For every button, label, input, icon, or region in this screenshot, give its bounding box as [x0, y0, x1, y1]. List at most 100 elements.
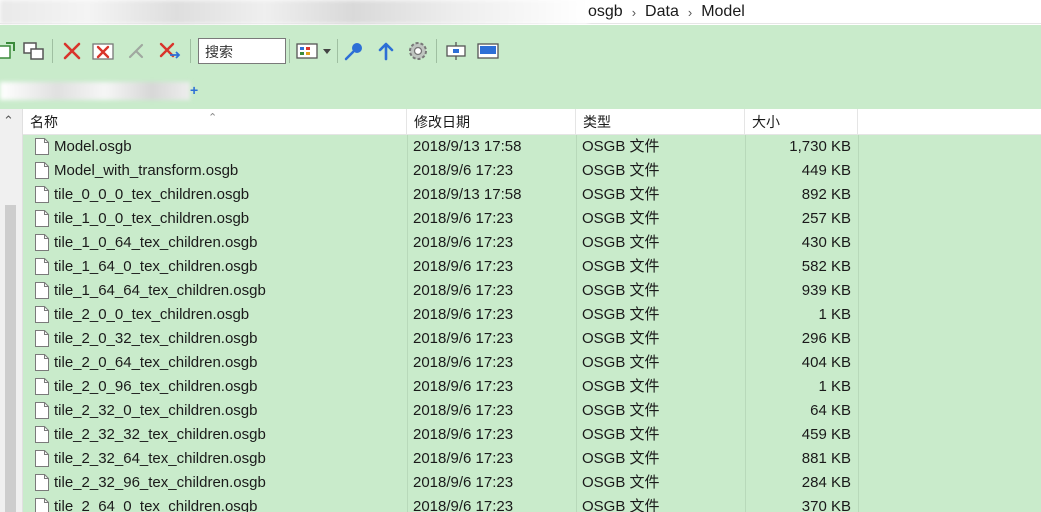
file-row[interactable]: tile_1_64_64_tex_children.osgb 2018/9/6 … [23, 279, 1041, 303]
file-type: OSGB 文件 [582, 402, 660, 419]
file-name: Model.osgb [54, 138, 132, 155]
file-name: tile_2_0_0_tex_children.osgb [54, 306, 250, 323]
file-row[interactable]: tile_2_32_32_tex_children.osgb 2018/9/6 … [23, 423, 1041, 447]
file-row[interactable]: tile_1_64_0_tex_children.osgb 2018/9/6 1… [23, 255, 1041, 279]
column-header-size[interactable]: 大小 [745, 109, 858, 135]
column-header-type[interactable]: 类型 [576, 109, 745, 135]
remove-icon[interactable] [158, 39, 182, 63]
delete-icon[interactable] [60, 39, 84, 63]
preview-pane-icon[interactable] [476, 39, 500, 63]
cut-icon[interactable] [124, 39, 148, 63]
chevron-right-icon: › [687, 4, 693, 20]
file-size: 881 KB [801, 450, 851, 467]
file-size: 430 KB [801, 234, 851, 251]
file-name: tile_2_0_32_tex_children.osgb [54, 330, 258, 347]
file-row[interactable]: tile_2_32_64_tex_children.osgb 2018/9/6 … [23, 447, 1041, 471]
view-options-icon[interactable] [294, 39, 334, 63]
file-date: 2018/9/6 17:23 [413, 330, 514, 347]
file-type: OSGB 文件 [582, 426, 660, 443]
file-row[interactable]: tile_0_0_0_tex_children.osgb 2018/9/13 1… [23, 183, 1041, 207]
file-size: 449 KB [801, 162, 851, 179]
pin-icon[interactable] [342, 39, 366, 63]
column-header-size-label: 大小 [752, 114, 780, 130]
file-name: tile_2_32_0_tex_children.osgb [54, 402, 258, 419]
file-icon [35, 450, 49, 467]
file-icon [35, 234, 49, 251]
file-name: tile_1_0_0_tex_children.osgb [54, 210, 250, 227]
file-type: OSGB 文件 [582, 474, 660, 491]
file-date: 2018/9/6 17:23 [413, 498, 514, 512]
file-icon [35, 426, 49, 443]
file-size: 64 KB [810, 402, 851, 419]
file-type: OSGB 文件 [582, 210, 660, 227]
file-row[interactable]: tile_2_0_32_tex_children.osgb 2018/9/6 1… [23, 327, 1041, 351]
file-type: OSGB 文件 [582, 186, 660, 203]
file-row[interactable]: tile_1_0_0_tex_children.osgb 2018/9/6 17… [23, 207, 1041, 231]
file-name: tile_2_64_0_tex_children.osgb [54, 498, 258, 512]
file-row[interactable]: tile_2_0_64_tex_children.osgb 2018/9/6 1… [23, 351, 1041, 375]
file-icon [35, 282, 49, 299]
move-to-icon[interactable] [22, 39, 46, 63]
file-icon [35, 138, 49, 155]
column-header-row: 名称 ⌃ 修改日期 类型 大小 [23, 109, 1041, 135]
file-date: 2018/9/6 17:23 [413, 426, 514, 443]
file-row[interactable]: tile_2_0_0_tex_children.osgb 2018/9/6 17… [23, 303, 1041, 327]
file-size: 370 KB [801, 498, 851, 512]
file-row[interactable]: Model_with_transform.osgb 2018/9/6 17:23… [23, 159, 1041, 183]
file-type: OSGB 文件 [582, 306, 660, 323]
file-date: 2018/9/13 17:58 [413, 138, 522, 155]
file-date: 2018/9/6 17:23 [413, 378, 514, 395]
file-date: 2018/9/6 17:23 [413, 306, 514, 323]
delete-permanently-icon[interactable] [92, 39, 116, 63]
file-date: 2018/9/6 17:23 [413, 402, 514, 419]
file-name: tile_1_0_64_tex_children.osgb [54, 234, 258, 251]
breadcrumb-item-data[interactable]: Data [645, 3, 679, 21]
file-type: OSGB 文件 [582, 258, 660, 275]
file-name: tile_2_32_96_tex_children.osgb [54, 474, 266, 491]
toolbar-separator [289, 39, 290, 63]
file-type: OSGB 文件 [582, 138, 660, 155]
file-type: OSGB 文件 [582, 162, 660, 179]
navigation-pane-scrollbar[interactable]: ⌃ [0, 109, 23, 512]
file-size: 1 KB [818, 378, 851, 395]
file-icon [35, 378, 49, 395]
file-row[interactable]: Model.osgb 2018/9/13 17:58 OSGB 文件 1,730… [23, 135, 1041, 159]
file-date: 2018/9/6 17:23 [413, 210, 514, 227]
sort-ascending-icon: ⌃ [208, 112, 218, 124]
breadcrumb-item-osgb[interactable]: osgb [588, 3, 623, 21]
column-header-name-label: 名称 [30, 114, 58, 130]
settings-icon[interactable] [406, 39, 430, 63]
plus-icon[interactable]: + [190, 82, 198, 98]
column-header-date[interactable]: 修改日期 [407, 109, 576, 135]
file-date: 2018/9/6 17:23 [413, 282, 514, 299]
scrollbar-thumb[interactable] [5, 205, 16, 512]
file-date: 2018/9/6 17:23 [413, 450, 514, 467]
search-input[interactable]: 搜索 [198, 38, 286, 64]
file-row[interactable]: tile_2_64_0_tex_children.osgb 2018/9/6 1… [23, 495, 1041, 512]
file-name: tile_1_64_64_tex_children.osgb [54, 282, 266, 299]
file-size: 892 KB [801, 186, 851, 203]
file-row[interactable]: tile_2_0_96_tex_children.osgb 2018/9/6 1… [23, 375, 1041, 399]
file-size: 296 KB [801, 330, 851, 347]
blurred-path [0, 0, 588, 24]
file-icon [35, 258, 49, 275]
file-name: Model_with_transform.osgb [54, 162, 239, 179]
breadcrumb-item-model[interactable]: Model [701, 3, 745, 21]
file-size: 582 KB [801, 258, 851, 275]
address-bar[interactable]: osgb › Data › Model [0, 0, 1041, 24]
column-header-name[interactable]: 名称 ⌃ [23, 109, 407, 135]
file-row[interactable]: tile_1_0_64_tex_children.osgb 2018/9/6 1… [23, 231, 1041, 255]
file-row[interactable]: tile_2_32_96_tex_children.osgb 2018/9/6 … [23, 471, 1041, 495]
up-icon[interactable] [374, 39, 398, 63]
file-icon [35, 354, 49, 371]
window-icon[interactable] [444, 39, 468, 63]
file-row[interactable]: tile_2_32_0_tex_children.osgb 2018/9/6 1… [23, 399, 1041, 423]
chevron-up-icon[interactable]: ⌃ [3, 113, 14, 129]
column-header-date-label: 修改日期 [414, 114, 470, 130]
file-size: 939 KB [801, 282, 851, 299]
file-type: OSGB 文件 [582, 282, 660, 299]
chevron-right-icon: › [631, 4, 637, 20]
copy-to-icon[interactable] [0, 39, 18, 63]
file-type: OSGB 文件 [582, 234, 660, 251]
file-size: 1,730 KB [789, 138, 851, 155]
